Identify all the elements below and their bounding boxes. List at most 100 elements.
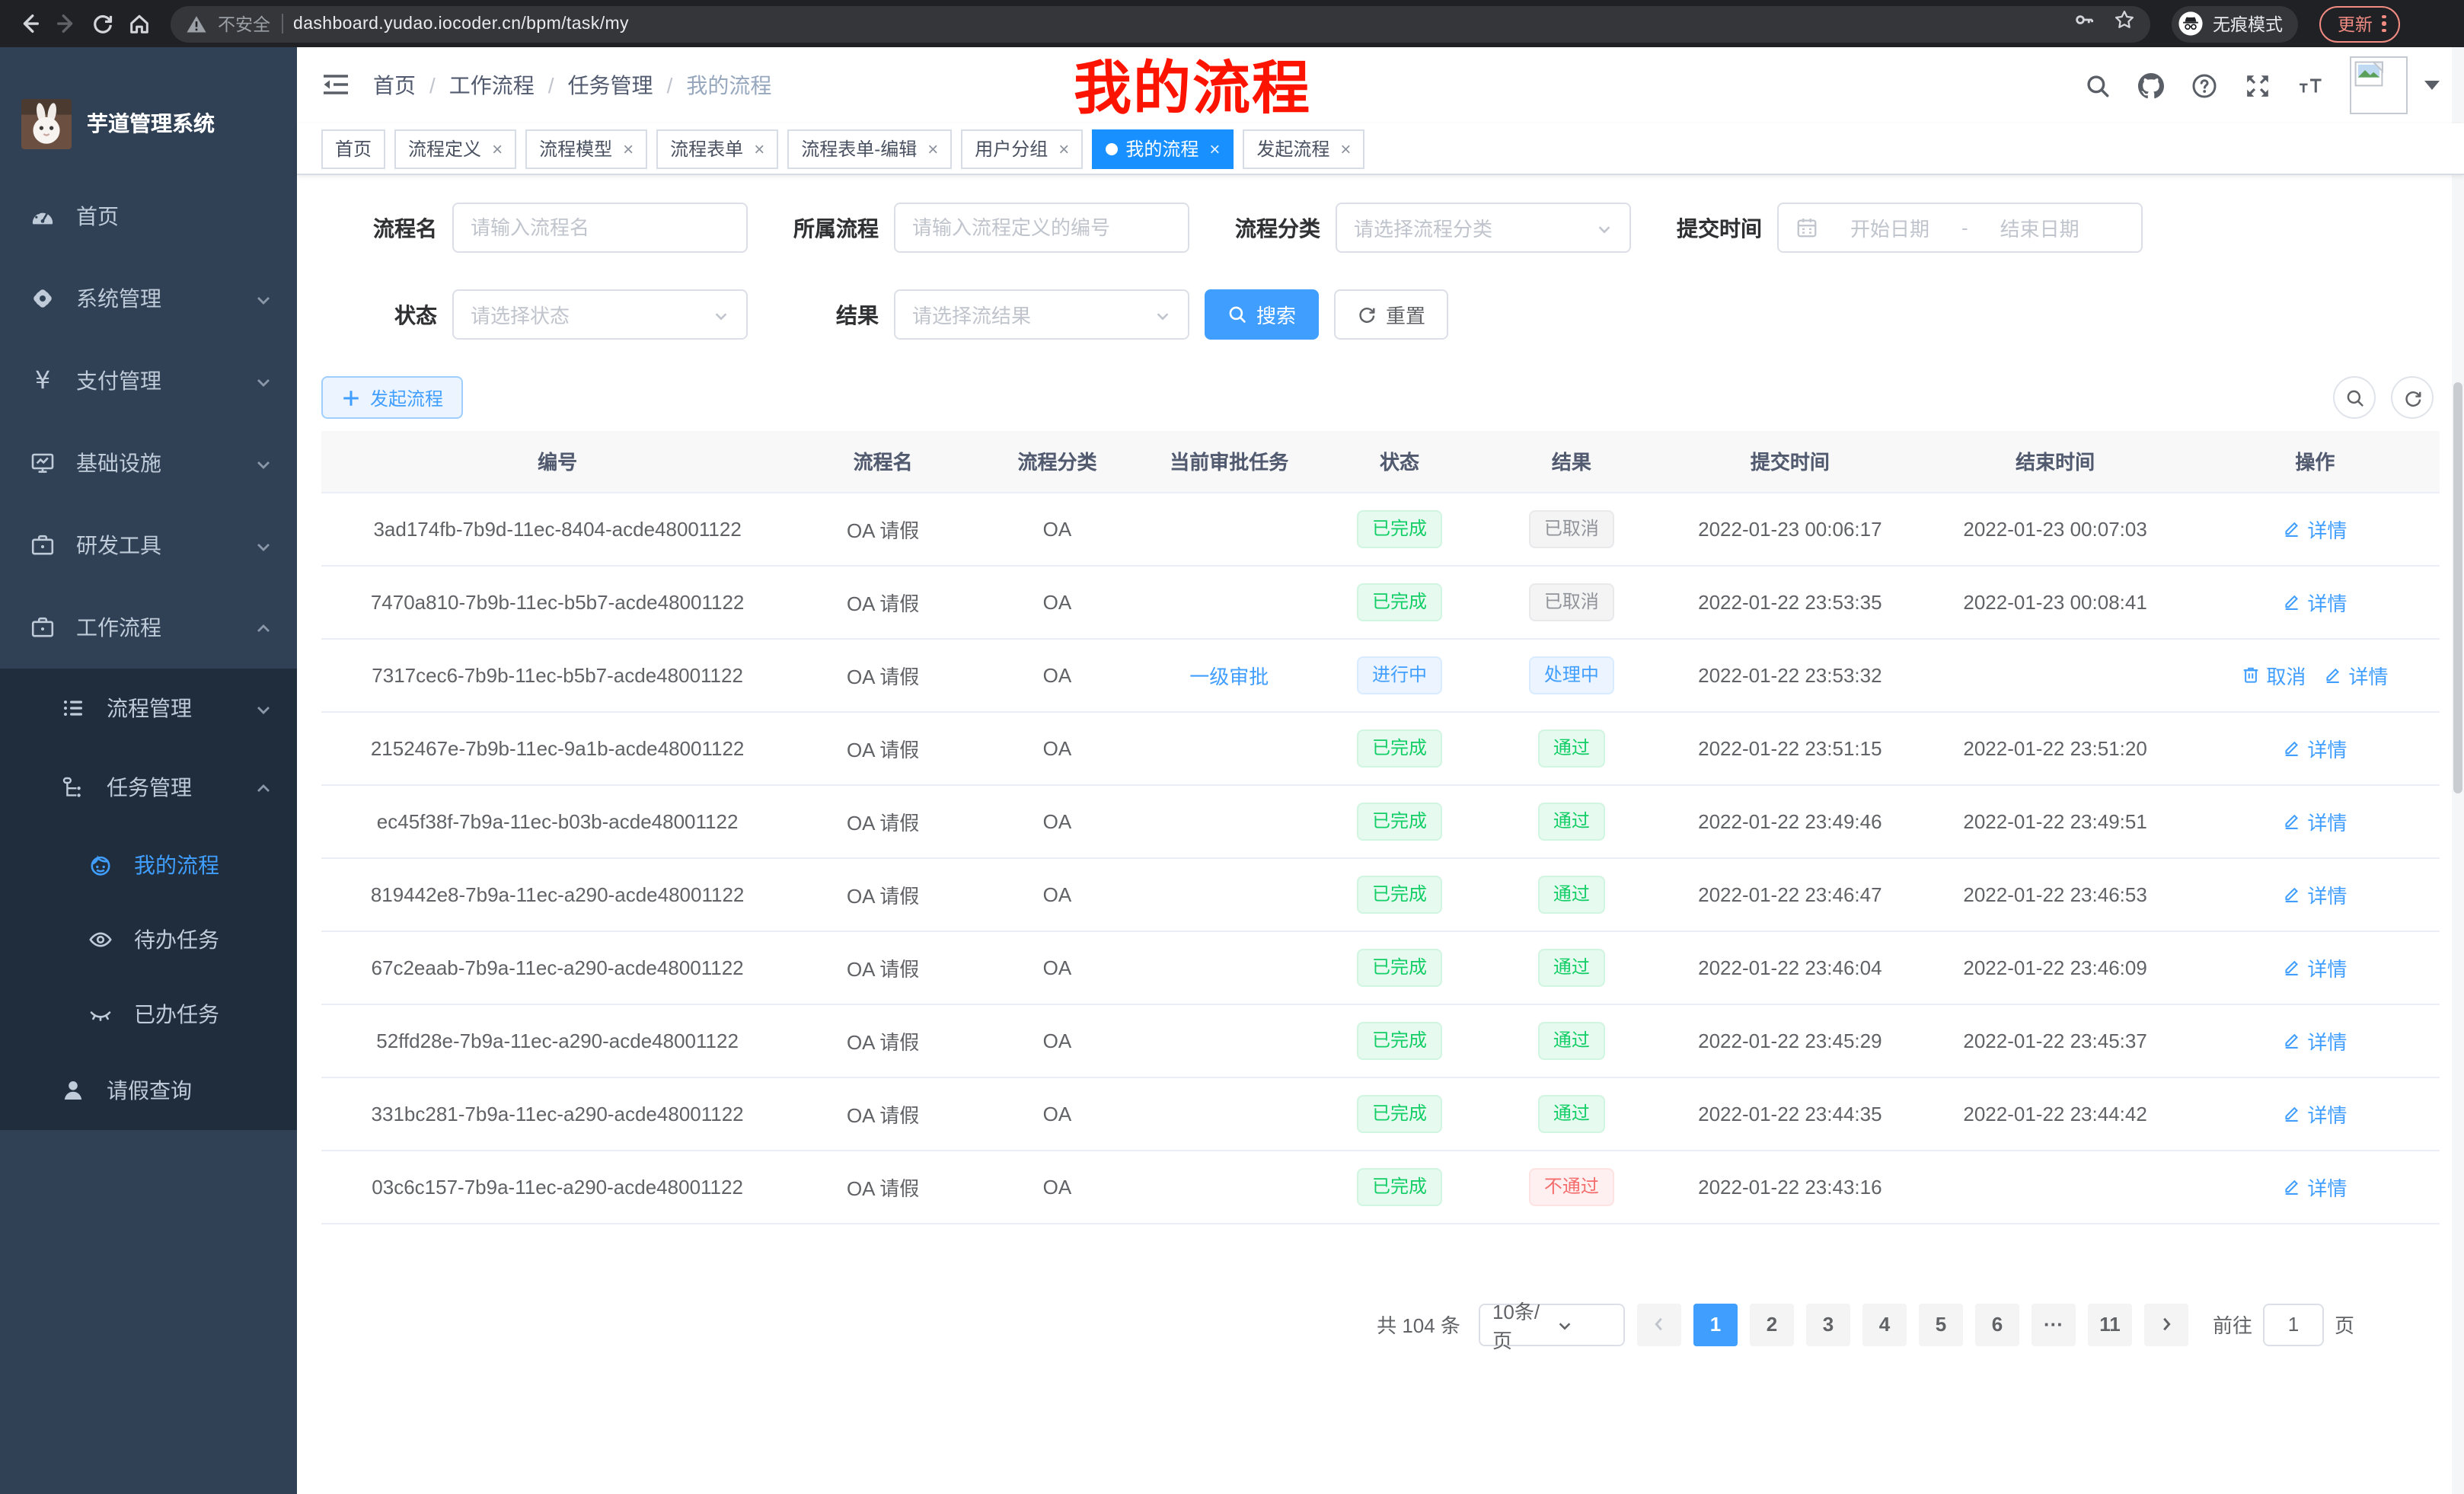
sidebar-item-home[interactable]: 首页: [0, 175, 297, 257]
show-search-toggle-button[interactable]: [2333, 376, 2376, 419]
security-label[interactable]: 不安全: [218, 11, 270, 36]
sidebar-item-system[interactable]: 系统管理: [0, 257, 297, 340]
detail-action-link[interactable]: 详情: [2283, 1026, 2347, 1055]
breadcrumb-item[interactable]: 工作流程: [449, 70, 535, 101]
sidebar-item-my-process[interactable]: 我的流程: [0, 827, 297, 902]
font-size-icon[interactable]: [2296, 72, 2324, 99]
close-icon[interactable]: ×: [754, 138, 764, 159]
address-bar[interactable]: 不安全 dashboard.yudao.iocoder.cn/bpm/task/…: [171, 5, 2150, 42]
cancel-action-link[interactable]: 取消: [2242, 660, 2306, 689]
page-button-4[interactable]: 4: [1862, 1303, 1907, 1346]
detail-action-link[interactable]: 详情: [2283, 879, 2347, 908]
result-select[interactable]: 请选择流结果: [894, 289, 1189, 340]
breadcrumb-separator: /: [667, 73, 673, 97]
close-icon[interactable]: ×: [492, 138, 503, 159]
tab-process-model[interactable]: 流程模型×: [525, 129, 647, 168]
goto-label: 前往: [2213, 1310, 2252, 1339]
tab-start-process[interactable]: 发起流程×: [1243, 129, 1364, 168]
sidebar-item-done-tasks[interactable]: 已办任务: [0, 976, 297, 1051]
close-icon[interactable]: ×: [1209, 138, 1220, 159]
hamburger-icon[interactable]: [321, 70, 352, 101]
goto-page-input[interactable]: [2263, 1303, 2324, 1346]
pagination: 共 104 条 10条/页 123456···11 前往 页: [321, 1303, 2354, 1346]
page-button-3[interactable]: 3: [1806, 1303, 1850, 1346]
url-text[interactable]: dashboard.yudao.iocoder.cn/bpm/task/my: [293, 14, 2063, 33]
sidebar-item-process-mgmt[interactable]: 流程管理: [0, 669, 297, 748]
avatar-caret-icon[interactable]: [2424, 81, 2440, 90]
breadcrumb-item[interactable]: 任务管理: [568, 70, 653, 101]
sidebar-item-todo-tasks[interactable]: 待办任务: [0, 902, 297, 976]
navbar: 首页/工作流程/任务管理/我的流程 我的流程: [297, 47, 2464, 123]
result-badge: 通过: [1538, 729, 1605, 767]
submit-time-range[interactable]: 开始日期 - 结束日期: [1777, 203, 2143, 253]
close-icon[interactable]: ×: [927, 138, 938, 159]
more-pages-button[interactable]: ···: [2032, 1303, 2076, 1346]
tab-process-form-edit[interactable]: 流程表单-编辑×: [787, 129, 952, 168]
detail-action-link[interactable]: 详情: [2324, 660, 2388, 689]
sidebar-item-payment[interactable]: ¥支付管理: [0, 340, 297, 422]
status-select[interactable]: 请选择状态: [452, 289, 748, 340]
tab-home[interactable]: 首页: [321, 129, 385, 168]
help-icon[interactable]: [2190, 72, 2217, 99]
detail-action-link[interactable]: 详情: [2283, 514, 2347, 543]
detail-action-link[interactable]: 详情: [2283, 733, 2347, 762]
avatar[interactable]: [2350, 56, 2408, 114]
close-icon[interactable]: ×: [1340, 138, 1351, 159]
detail-action-link[interactable]: 详情: [2283, 1099, 2347, 1128]
table-row: 819442e8-7b9a-11ec-a290-acde48001122OA 请…: [321, 857, 2440, 931]
page-button-2[interactable]: 2: [1750, 1303, 1794, 1346]
search-button[interactable]: 搜索: [1205, 289, 1319, 340]
reset-button[interactable]: 重置: [1334, 289, 1448, 340]
sidebar-item-task-mgmt[interactable]: 任务管理: [0, 748, 297, 827]
reload-icon[interactable]: [88, 10, 116, 37]
back-icon[interactable]: [15, 10, 43, 37]
chevron-down-icon: [254, 372, 273, 390]
breadcrumb-item[interactable]: 首页: [373, 70, 416, 101]
app-logo-row[interactable]: 芋道管理系统: [0, 47, 297, 166]
bookmark-star-icon[interactable]: [2114, 9, 2135, 38]
close-icon[interactable]: ×: [623, 138, 634, 159]
page-size-select[interactable]: 10条/页: [1479, 1303, 1625, 1346]
page-button-11[interactable]: 11: [2088, 1303, 2132, 1346]
cell-id: ec45f38f-7b9a-11ec-b03b-acde48001122: [321, 784, 793, 857]
detail-action-link[interactable]: 详情: [2283, 587, 2347, 616]
tab-my-process[interactable]: 我的流程×: [1092, 129, 1234, 168]
key-icon[interactable]: [2074, 9, 2095, 38]
detail-action-link[interactable]: 详情: [2283, 806, 2347, 835]
github-icon[interactable]: [2137, 72, 2164, 99]
page-button-1[interactable]: 1: [1693, 1303, 1738, 1346]
chrome-menu-icon[interactable]: [2382, 15, 2386, 33]
tab-user-group[interactable]: 用户分组×: [961, 129, 1083, 168]
page-button-6[interactable]: 6: [1975, 1303, 2019, 1346]
update-button[interactable]: 更新: [2319, 5, 2399, 42]
close-icon[interactable]: ×: [1058, 138, 1069, 159]
process-def-input[interactable]: [912, 216, 1171, 239]
category-select[interactable]: 请选择流程分类: [1336, 203, 1631, 253]
app-logo: [21, 98, 72, 148]
cell-result: 通过: [1483, 1004, 1660, 1077]
sidebar-item-leave-query[interactable]: 请假查询: [0, 1051, 297, 1130]
sidebar-item-dev-tools[interactable]: 研发工具: [0, 504, 297, 586]
sidebar-item-workflow[interactable]: 工作流程: [0, 586, 297, 669]
process-name-input[interactable]: [471, 216, 729, 239]
task-link[interactable]: 一级审批: [1189, 660, 1269, 689]
scrollbar-thumb[interactable]: [2453, 382, 2462, 793]
detail-action-link[interactable]: 详情: [2283, 1172, 2347, 1201]
home-icon[interactable]: [125, 10, 152, 37]
process-name-input-wrap: [452, 203, 748, 253]
tab-process-form[interactable]: 流程表单×: [656, 129, 778, 168]
sidebar-item-infrastructure[interactable]: 基础设施: [0, 422, 297, 504]
detail-action-link[interactable]: 详情: [2283, 953, 2347, 982]
trash-icon: [2242, 666, 2260, 684]
pencil-icon: [2283, 885, 2301, 903]
forward-icon[interactable]: [52, 10, 79, 37]
page-scrollbar[interactable]: [2452, 47, 2464, 1494]
header-search-icon[interactable]: [2083, 72, 2111, 99]
tab-process-definition[interactable]: 流程定义×: [394, 129, 516, 168]
prev-page-button[interactable]: [1637, 1303, 1681, 1346]
refresh-table-button[interactable]: [2391, 376, 2434, 419]
next-page-button[interactable]: [2144, 1303, 2188, 1346]
page-button-5[interactable]: 5: [1919, 1303, 1963, 1346]
fullscreen-icon[interactable]: [2243, 72, 2271, 99]
start-process-button[interactable]: 发起流程: [321, 376, 463, 419]
